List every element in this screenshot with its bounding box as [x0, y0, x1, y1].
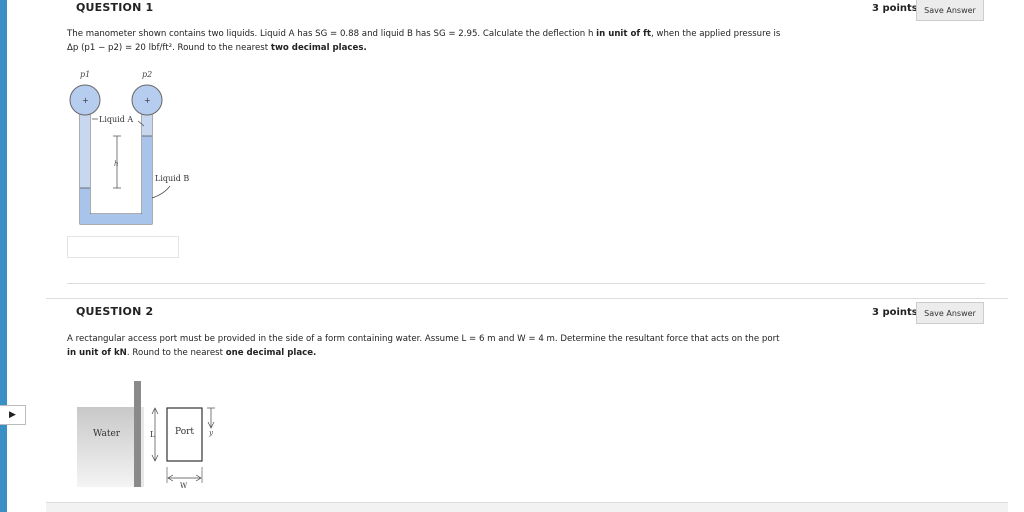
- manometer-figure: p1 p2 + + Liquid A h Liquid B: [69, 70, 189, 225]
- question-2: QUESTION 2 3 points Save Answer A rectan…: [46, 298, 1008, 502]
- assessment-content: QUESTION 1 3 points Save Answer The mano…: [46, 0, 1008, 512]
- p1-label: p1: [80, 70, 90, 79]
- l-label: L: [150, 430, 156, 439]
- divider: [67, 283, 985, 284]
- bottom-panel: [46, 502, 1008, 512]
- question-2-title: QUESTION 2: [76, 305, 154, 318]
- p2-label: p2: [142, 70, 152, 79]
- h-label: h: [114, 160, 119, 168]
- left-rail: [0, 0, 7, 512]
- form-wall: [134, 381, 141, 487]
- access-port-figure: Water L Port y W: [77, 381, 215, 490]
- liquid-a-label: Liquid A: [99, 115, 133, 124]
- expand-arrow-icon[interactable]: ▶: [0, 405, 26, 425]
- liquid-b-label: Liquid B: [155, 174, 189, 183]
- svg-text:+: +: [144, 96, 151, 105]
- question-2-text: A rectangular access port must be provid…: [67, 334, 780, 358]
- question-2-points: 3 points: [872, 307, 918, 318]
- save-answer-button-q2[interactable]: Save Answer: [916, 302, 984, 324]
- water-label: Water: [93, 429, 121, 439]
- question-1-title: QUESTION 1: [76, 1, 154, 14]
- question-1-text: The manometer shown contains two liquids…: [67, 29, 781, 53]
- svg-text:+: +: [82, 96, 89, 105]
- w-label: W: [180, 482, 188, 490]
- question-1: QUESTION 1 3 points Save Answer The mano…: [46, 0, 1008, 284]
- question-1-points: 3 points: [872, 3, 918, 14]
- y-label: y: [208, 429, 214, 437]
- answer-field-q1[interactable]: [67, 236, 179, 258]
- port-label: Port: [175, 427, 194, 437]
- save-answer-button-q1[interactable]: Save Answer: [916, 0, 984, 21]
- water-region: [77, 407, 134, 487]
